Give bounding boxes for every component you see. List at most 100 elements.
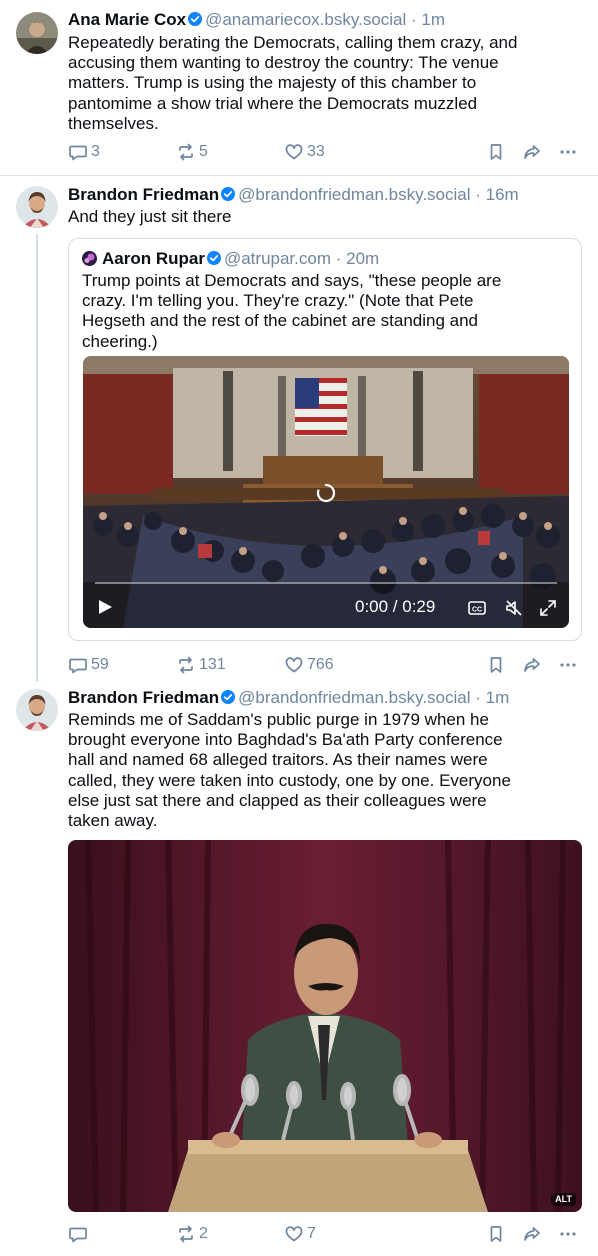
repost-button[interactable]: 131 (176, 653, 226, 677)
svg-text:CC: CC (472, 607, 482, 614)
quote-author-name[interactable]: Aaron Rupar (102, 249, 205, 268)
verified-badge-icon (221, 187, 235, 201)
share-button[interactable] (522, 140, 542, 164)
more-icon (558, 655, 578, 675)
text-line: crazy. I'm telling you. They're crazy." … (82, 291, 474, 311)
share-icon (522, 655, 542, 675)
reply-button[interactable] (68, 1222, 91, 1246)
bookmark-button[interactable] (486, 653, 506, 677)
fullscreen-icon[interactable] (538, 598, 558, 618)
text-line: Hegseth and the rest of the cabinet are … (82, 311, 478, 331)
avatar[interactable] (82, 251, 97, 266)
post-time[interactable]: 16m (486, 185, 519, 204)
like-icon (284, 655, 304, 675)
post-time[interactable]: 1m (486, 688, 510, 707)
quote-time[interactable]: 20m (346, 249, 379, 268)
avatar[interactable] (16, 186, 58, 228)
reply-button[interactable]: 3 (68, 140, 100, 164)
video-time: 0:00 / 0:29 (355, 597, 436, 616)
author-handle[interactable]: @brandonfriedman.bsky.social (238, 185, 470, 204)
post-time[interactable]: 1m (421, 10, 445, 29)
post-ana-marie-cox[interactable]: Ana Marie Cox @anamariecox.bsky.social · … (0, 0, 598, 174)
bookmark-icon (486, 142, 506, 162)
author-handle[interactable]: @brandonfriedman.bsky.social (238, 688, 470, 707)
play-icon[interactable] (95, 597, 115, 617)
like-button[interactable]: 766 (284, 653, 334, 677)
loading-spinner-icon (316, 483, 336, 503)
repost-button[interactable]: 5 (176, 140, 208, 164)
text-line: taken away. (68, 811, 158, 831)
text-line: Repeatedly berating the Democrats, calli… (68, 33, 518, 52)
like-icon (284, 1224, 304, 1244)
avatar[interactable] (16, 689, 58, 731)
reply-icon (68, 1224, 88, 1244)
author-name[interactable]: Brandon Friedman (68, 185, 219, 204)
more-icon (558, 1224, 578, 1244)
author-name[interactable]: Brandon Friedman (68, 688, 219, 707)
text-line: cheering.) (82, 331, 158, 351)
more-icon (558, 142, 578, 162)
share-icon (522, 142, 542, 162)
video-progress-track[interactable] (95, 582, 557, 584)
post-actions: 59 131 766 (68, 653, 588, 677)
text-line: hall and named 68 alleged traitors. As t… (68, 750, 488, 770)
post-image[interactable]: ALT (68, 840, 582, 1212)
verified-badge-icon (207, 251, 221, 265)
separator-dot: · (470, 688, 486, 707)
reply-count: 3 (91, 143, 100, 160)
author-handle[interactable]: @anamariecox.bsky.social (205, 10, 406, 29)
captions-icon[interactable]: CC (467, 598, 487, 618)
like-count: 7 (307, 1225, 316, 1242)
repost-count: 131 (199, 656, 226, 673)
quote-text: Trump points at Democrats and says, "the… (82, 271, 572, 352)
avatar[interactable] (16, 12, 58, 54)
share-button[interactable] (522, 1222, 542, 1246)
bookmark-icon (486, 1224, 506, 1244)
like-button[interactable]: 7 (284, 1222, 316, 1246)
separator-dot: · (470, 185, 486, 204)
repost-button[interactable]: 2 (176, 1222, 208, 1246)
share-icon (522, 1224, 542, 1244)
quote-author-handle[interactable]: @atrupar.com (224, 249, 331, 268)
mute-icon[interactable] (504, 598, 524, 618)
post-header: Brandon Friedman @brandonfriedman.bsky.so… (68, 185, 519, 205)
repost-count: 2 (199, 1225, 208, 1242)
more-options-button[interactable] (558, 1222, 578, 1246)
more-options-button[interactable] (558, 653, 578, 677)
text-line: themselves. (68, 113, 159, 133)
quoted-post-card[interactable]: Aaron Rupar @atrupar.com · 20m Trump poin… (68, 238, 582, 641)
text-line: Reminds me of Saddam's public purge in 1… (68, 710, 489, 729)
more-options-button[interactable] (558, 140, 578, 164)
repost-icon (176, 1224, 196, 1244)
text-line: Trump points at Democrats and says, "the… (82, 271, 502, 290)
author-name[interactable]: Ana Marie Cox (68, 10, 186, 29)
share-button[interactable] (522, 653, 542, 677)
reply-icon (68, 655, 88, 675)
post-text: Reminds me of Saddam's public purge in 1… (68, 710, 588, 831)
text-line: brought everyone into Baghdad's Ba'ath P… (68, 730, 503, 750)
reply-icon (68, 142, 88, 162)
separator-dot: · (406, 10, 422, 29)
bookmark-button[interactable] (486, 1222, 506, 1246)
post-text: Repeatedly berating the Democrats, calli… (68, 33, 588, 134)
video-player[interactable]: 0:00 / 0:29 CC (83, 356, 569, 628)
alt-text-badge[interactable]: ALT (551, 1193, 576, 1206)
separator-dot: · (331, 249, 347, 268)
text-line: pantomime a show trial where the Democra… (68, 93, 478, 113)
reply-button[interactable]: 59 (68, 653, 109, 677)
verified-badge-icon (188, 12, 202, 26)
bookmark-button[interactable] (486, 140, 506, 164)
text-line: called, they were taken into custody, on… (68, 770, 511, 790)
verified-badge-icon (221, 690, 235, 704)
text-line: accusing them wanting to destroy the cou… (68, 53, 499, 73)
text-line: matters. Trump is using the majesty of t… (68, 73, 477, 93)
post-actions: 3 5 33 (68, 140, 588, 164)
like-icon (284, 142, 304, 162)
image-saddam-speech (68, 840, 582, 1212)
repost-count: 5 (199, 143, 208, 160)
like-button[interactable]: 33 (284, 140, 325, 164)
text-line: And they just sit there (68, 207, 232, 226)
post-actions: 2 7 (68, 1222, 588, 1246)
reply-count: 59 (91, 656, 109, 673)
like-count: 766 (307, 656, 334, 673)
